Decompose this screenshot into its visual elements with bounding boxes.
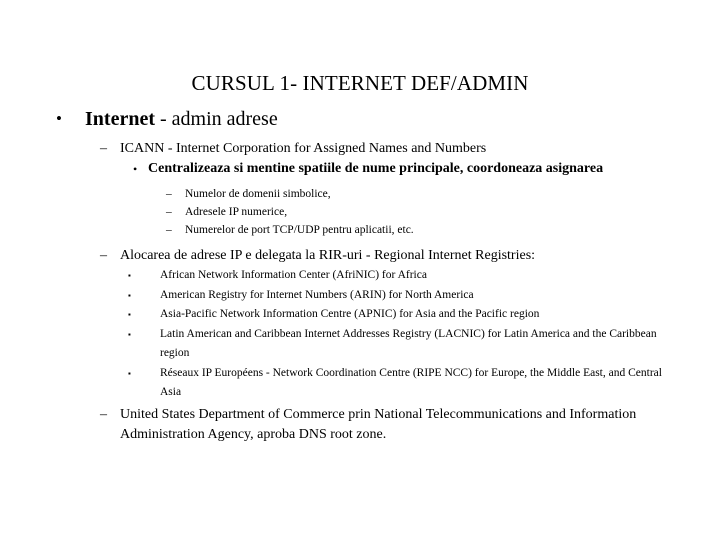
bullet-level3-centralizeaza-text: Centralizeaza si mentine spatiile de num… (148, 161, 604, 176)
list-item-registry-ripe-text: Réseaux IP Européens - Network Coordinat… (160, 366, 662, 399)
bullet-level4-adrese-ip-text: Adresele IP numerice, (185, 206, 288, 218)
bullet-level2-usdoc-text: United States Department of Commerce pri… (120, 406, 637, 442)
list-item-registry-afrinic-text: African Network Information Center (Afri… (160, 269, 427, 281)
bullet-level2-icann-text: ICANN - Internet Corporation for Assigne… (120, 141, 487, 156)
list-item-registry-arin-text: American Registry for Internet Numbers (… (160, 288, 474, 301)
bullet-level4-domenii: – Numelor de domenii simbolice, (0, 185, 720, 203)
list-item-registry-apnic-text: Asia-Pacific Network Information Centre … (160, 308, 540, 320)
list-item-registry-afrinic: ▪ African Network Information Center (Af… (0, 266, 720, 286)
dash-bullet-icon: – (100, 406, 107, 422)
bullet-level2-alocarea-text: Alocarea de adrese IP e delegata la RIR-… (120, 248, 536, 263)
bullet-level2-usdoc: – United States Department of Commerce p… (0, 405, 720, 445)
list-item-registry-apnic: ▪ Asia-Pacific Network Information Centr… (0, 305, 720, 325)
list-item-registry-ripe: ▪ Réseaux IP Européens - Network Coordin… (0, 364, 720, 403)
bullet-level4-domenii-text: Numelor de domenii simbolice, (185, 188, 331, 200)
bullet-level2-alocarea: – Alocarea de adrese IP e delegata la RI… (0, 246, 720, 266)
square-bullet-icon: ▪ (128, 368, 131, 378)
list-item-registry-lacnic: ▪ Latin American and Caribbean Internet … (0, 325, 720, 364)
square-bullet-icon: ▪ (128, 329, 131, 339)
bullet-level4-adrese-ip: – Adresele IP numerice, (0, 203, 720, 221)
bullet-level4-port-text: Numerelor de port TCP/UDP pentru aplicat… (185, 224, 414, 236)
bullet-level1-text: Internet - admin adrese (85, 104, 720, 134)
square-bullet-icon: ▪ (128, 271, 131, 280)
round-bullet-icon: • (56, 109, 62, 128)
dash-bullet-icon: – (166, 188, 172, 200)
list-item-registry-lacnic-text: Latin American and Caribbean Internet Ad… (160, 327, 657, 360)
list-item-registry-arin: ▪ American Registry for Internet Numbers… (0, 286, 720, 306)
slide-canvas: CURSUL 1- INTERNET DEF/ADMIN • Internet … (0, 0, 720, 540)
bullet-level3-centralizeaza: • Centralizeaza si mentine spatiile de n… (0, 159, 720, 179)
slide-body: • Internet - admin adrese – ICANN - Inte… (0, 104, 720, 445)
dash-bullet-icon: – (100, 248, 107, 263)
bullet-level2-icann: – ICANN - Internet Corporation for Assig… (0, 139, 720, 159)
bullet-level4-port: – Numerelor de port TCP/UDP pentru aplic… (0, 221, 720, 239)
square-bullet-icon: ▪ (128, 290, 131, 300)
dash-bullet-icon: – (100, 141, 107, 156)
dash-bullet-icon: – (166, 224, 172, 236)
page-title: CURSUL 1- INTERNET DEF/ADMIN (191, 71, 529, 96)
bullet-level1-rest: - admin adrese (154, 108, 278, 130)
dash-bullet-icon: – (166, 206, 172, 218)
bullet-level1-internet: • Internet - admin adrese (0, 104, 720, 134)
round-bullet-icon: • (133, 162, 138, 176)
square-bullet-icon: ▪ (128, 310, 131, 319)
bullet-level1-strong: Internet (85, 108, 155, 130)
